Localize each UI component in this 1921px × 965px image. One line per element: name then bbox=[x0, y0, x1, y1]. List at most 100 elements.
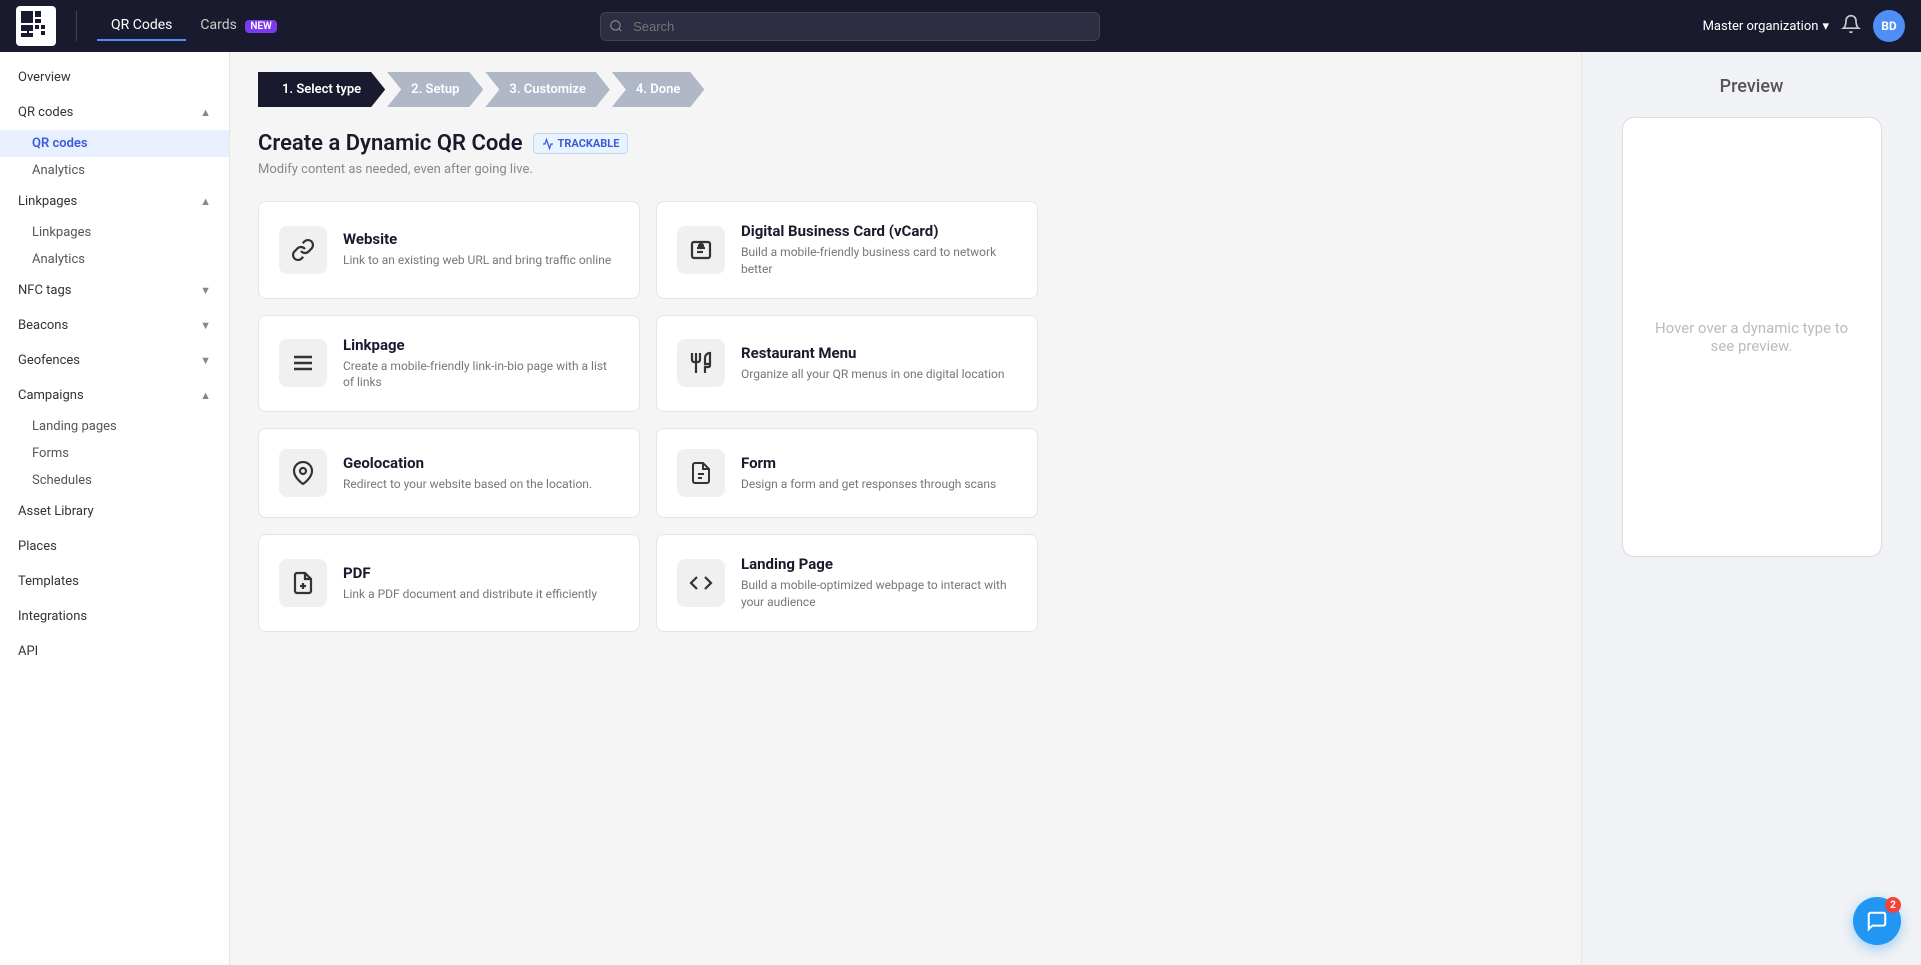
sidebar-section-linkpages[interactable]: Linkpages ▲ bbox=[0, 184, 229, 219]
chat-badge: 2 bbox=[1885, 897, 1901, 913]
sidebar-item-forms[interactable]: Forms bbox=[0, 440, 229, 467]
step-2[interactable]: 2. Setup bbox=[387, 72, 483, 107]
sidebar-section-campaigns[interactable]: Campaigns ▲ bbox=[0, 378, 229, 413]
page-title-row: Create a Dynamic QR Code TRACKABLE bbox=[258, 131, 1553, 156]
sidebar: Overview QR codes ▲ QR codes Analytics L… bbox=[0, 52, 230, 965]
chart-icon bbox=[542, 138, 554, 150]
pdf-icon bbox=[279, 559, 327, 607]
sidebar-item-integrations[interactable]: Integrations bbox=[0, 599, 229, 634]
sidebar-item-overview[interactable]: Overview bbox=[0, 60, 229, 95]
chat-button[interactable]: 2 bbox=[1853, 897, 1901, 945]
sidebar-item-places[interactable]: Places bbox=[0, 529, 229, 564]
sidebar-item-schedules[interactable]: Schedules bbox=[0, 467, 229, 494]
org-selector[interactable]: Master organization ▾ bbox=[1703, 19, 1829, 34]
notifications-button[interactable] bbox=[1841, 14, 1861, 38]
sidebar-label-beacons: Beacons bbox=[18, 318, 68, 333]
pdf-card-title: PDF bbox=[343, 564, 619, 582]
sidebar-item-linkpages-sub[interactable]: Linkpages bbox=[0, 219, 229, 246]
app-logo[interactable] bbox=[16, 6, 56, 46]
sidebar-section-qrcodes[interactable]: QR codes ▲ bbox=[0, 95, 229, 130]
sidebar-section-geofences[interactable]: Geofences ▼ bbox=[0, 343, 229, 378]
preview-panel: Preview Hover over a dynamic type to see… bbox=[1581, 52, 1921, 965]
sidebar-label-templates: Templates bbox=[18, 574, 79, 589]
landing-page-card-desc: Build a mobile-optimized webpage to inte… bbox=[741, 577, 1017, 611]
sidebar-label-asset-library: Asset Library bbox=[18, 504, 94, 519]
navbar-tabs: QR Codes Cards NEW bbox=[97, 11, 291, 41]
vcard-icon bbox=[677, 226, 725, 274]
pdf-card-desc: Link a PDF document and distribute it ef… bbox=[343, 586, 619, 603]
page-subtitle: Modify content as needed, even after goi… bbox=[258, 162, 1553, 177]
navbar-right: Master organization ▾ BD bbox=[1703, 10, 1905, 42]
sidebar-item-landing-pages[interactable]: Landing pages bbox=[0, 413, 229, 440]
sidebar-section-nfctags[interactable]: NFC tags ▼ bbox=[0, 273, 229, 308]
sidebar-label-api: API bbox=[18, 644, 38, 659]
sidebar-label-geofences: Geofences bbox=[18, 353, 80, 368]
geolocation-icon bbox=[279, 449, 327, 497]
type-card-restaurant[interactable]: Restaurant Menu Organize all your QR men… bbox=[656, 315, 1038, 413]
website-icon bbox=[279, 226, 327, 274]
navbar-tab-qrcodes[interactable]: QR Codes bbox=[97, 11, 186, 41]
website-card-title: Website bbox=[343, 230, 619, 248]
type-card-linkpage[interactable]: Linkpage Create a mobile-friendly link-i… bbox=[258, 315, 640, 413]
type-cards-grid: Website Link to an existing web URL and … bbox=[258, 201, 1038, 632]
landing-page-icon bbox=[677, 559, 725, 607]
restaurant-card-desc: Organize all your QR menus in one digita… bbox=[741, 366, 1017, 383]
chevron-up-icon: ▲ bbox=[200, 106, 211, 119]
type-card-vcard[interactable]: Digital Business Card (vCard) Build a mo… bbox=[656, 201, 1038, 299]
linkpage-card-title: Linkpage bbox=[343, 336, 619, 354]
layout: Overview QR codes ▲ QR codes Analytics L… bbox=[0, 52, 1921, 965]
restaurant-card-title: Restaurant Menu bbox=[741, 344, 1017, 362]
sidebar-label-integrations: Integrations bbox=[18, 609, 87, 624]
form-card-desc: Design a form and get responses through … bbox=[741, 476, 1017, 493]
page-title: Create a Dynamic QR Code bbox=[258, 131, 523, 156]
navbar-divider bbox=[76, 11, 77, 41]
cards-badge: NEW bbox=[245, 20, 277, 33]
sidebar-item-qrcodes-analytics[interactable]: Analytics bbox=[0, 157, 229, 184]
preview-title: Preview bbox=[1720, 76, 1784, 97]
chat-icon bbox=[1866, 910, 1888, 932]
form-icon bbox=[677, 449, 725, 497]
chevron-down-icon-geofences: ▼ bbox=[200, 354, 211, 367]
restaurant-icon bbox=[677, 339, 725, 387]
sidebar-section-beacons[interactable]: Beacons ▼ bbox=[0, 308, 229, 343]
step-1[interactable]: 1. Select type bbox=[258, 72, 385, 107]
navbar-tab-cards[interactable]: Cards NEW bbox=[186, 11, 290, 41]
sidebar-label-places: Places bbox=[18, 539, 57, 554]
chevron-down-icon-beacons: ▼ bbox=[200, 319, 211, 332]
step-4[interactable]: 4. Done bbox=[612, 72, 704, 107]
sidebar-label-campaigns: Campaigns bbox=[18, 388, 84, 403]
stepper: 1. Select type 2. Setup 3. Customize 4. … bbox=[258, 72, 1553, 107]
sidebar-item-asset-library[interactable]: Asset Library bbox=[0, 494, 229, 529]
geolocation-card-title: Geolocation bbox=[343, 454, 619, 472]
type-card-landing-page[interactable]: Landing Page Build a mobile-optimized we… bbox=[656, 534, 1038, 632]
type-card-website[interactable]: Website Link to an existing web URL and … bbox=[258, 201, 640, 299]
linkpage-card-desc: Create a mobile-friendly link-in-bio pag… bbox=[343, 358, 619, 392]
trackable-badge: TRACKABLE bbox=[533, 133, 629, 154]
type-card-geolocation[interactable]: Geolocation Redirect to your website bas… bbox=[258, 428, 640, 518]
type-card-pdf[interactable]: PDF Link a PDF document and distribute i… bbox=[258, 534, 640, 632]
linkpage-icon bbox=[279, 339, 327, 387]
step-3[interactable]: 3. Customize bbox=[485, 72, 610, 107]
sidebar-item-qrcodes-sub[interactable]: QR codes bbox=[0, 130, 229, 157]
sidebar-label-linkpages: Linkpages bbox=[18, 194, 77, 209]
sidebar-item-linkpages-analytics[interactable]: Analytics bbox=[0, 246, 229, 273]
main-area: 1. Select type 2. Setup 3. Customize 4. … bbox=[230, 52, 1921, 965]
chevron-up-icon-linkpages: ▲ bbox=[200, 195, 211, 208]
search-input[interactable] bbox=[600, 12, 1100, 41]
sidebar-label-overview: Overview bbox=[18, 70, 71, 85]
preview-box: Hover over a dynamic type to see preview… bbox=[1622, 117, 1882, 557]
content-area: 1. Select type 2. Setup 3. Customize 4. … bbox=[230, 52, 1581, 965]
avatar[interactable]: BD bbox=[1873, 10, 1905, 42]
type-card-form[interactable]: Form Design a form and get responses thr… bbox=[656, 428, 1038, 518]
chevron-up-icon-campaigns: ▲ bbox=[200, 389, 211, 402]
vcard-card-title: Digital Business Card (vCard) bbox=[741, 222, 1017, 240]
navbar: QR Codes Cards NEW Master organization ▾… bbox=[0, 0, 1921, 52]
vcard-card-desc: Build a mobile-friendly business card to… bbox=[741, 244, 1017, 278]
sidebar-label-qrcodes: QR codes bbox=[18, 105, 73, 120]
sidebar-item-api[interactable]: API bbox=[0, 634, 229, 669]
sidebar-label-nfctags: NFC tags bbox=[18, 283, 71, 298]
sidebar-item-templates[interactable]: Templates bbox=[0, 564, 229, 599]
form-card-title: Form bbox=[741, 454, 1017, 472]
chevron-down-icon-nfc: ▼ bbox=[200, 284, 211, 297]
landing-page-card-title: Landing Page bbox=[741, 555, 1017, 573]
